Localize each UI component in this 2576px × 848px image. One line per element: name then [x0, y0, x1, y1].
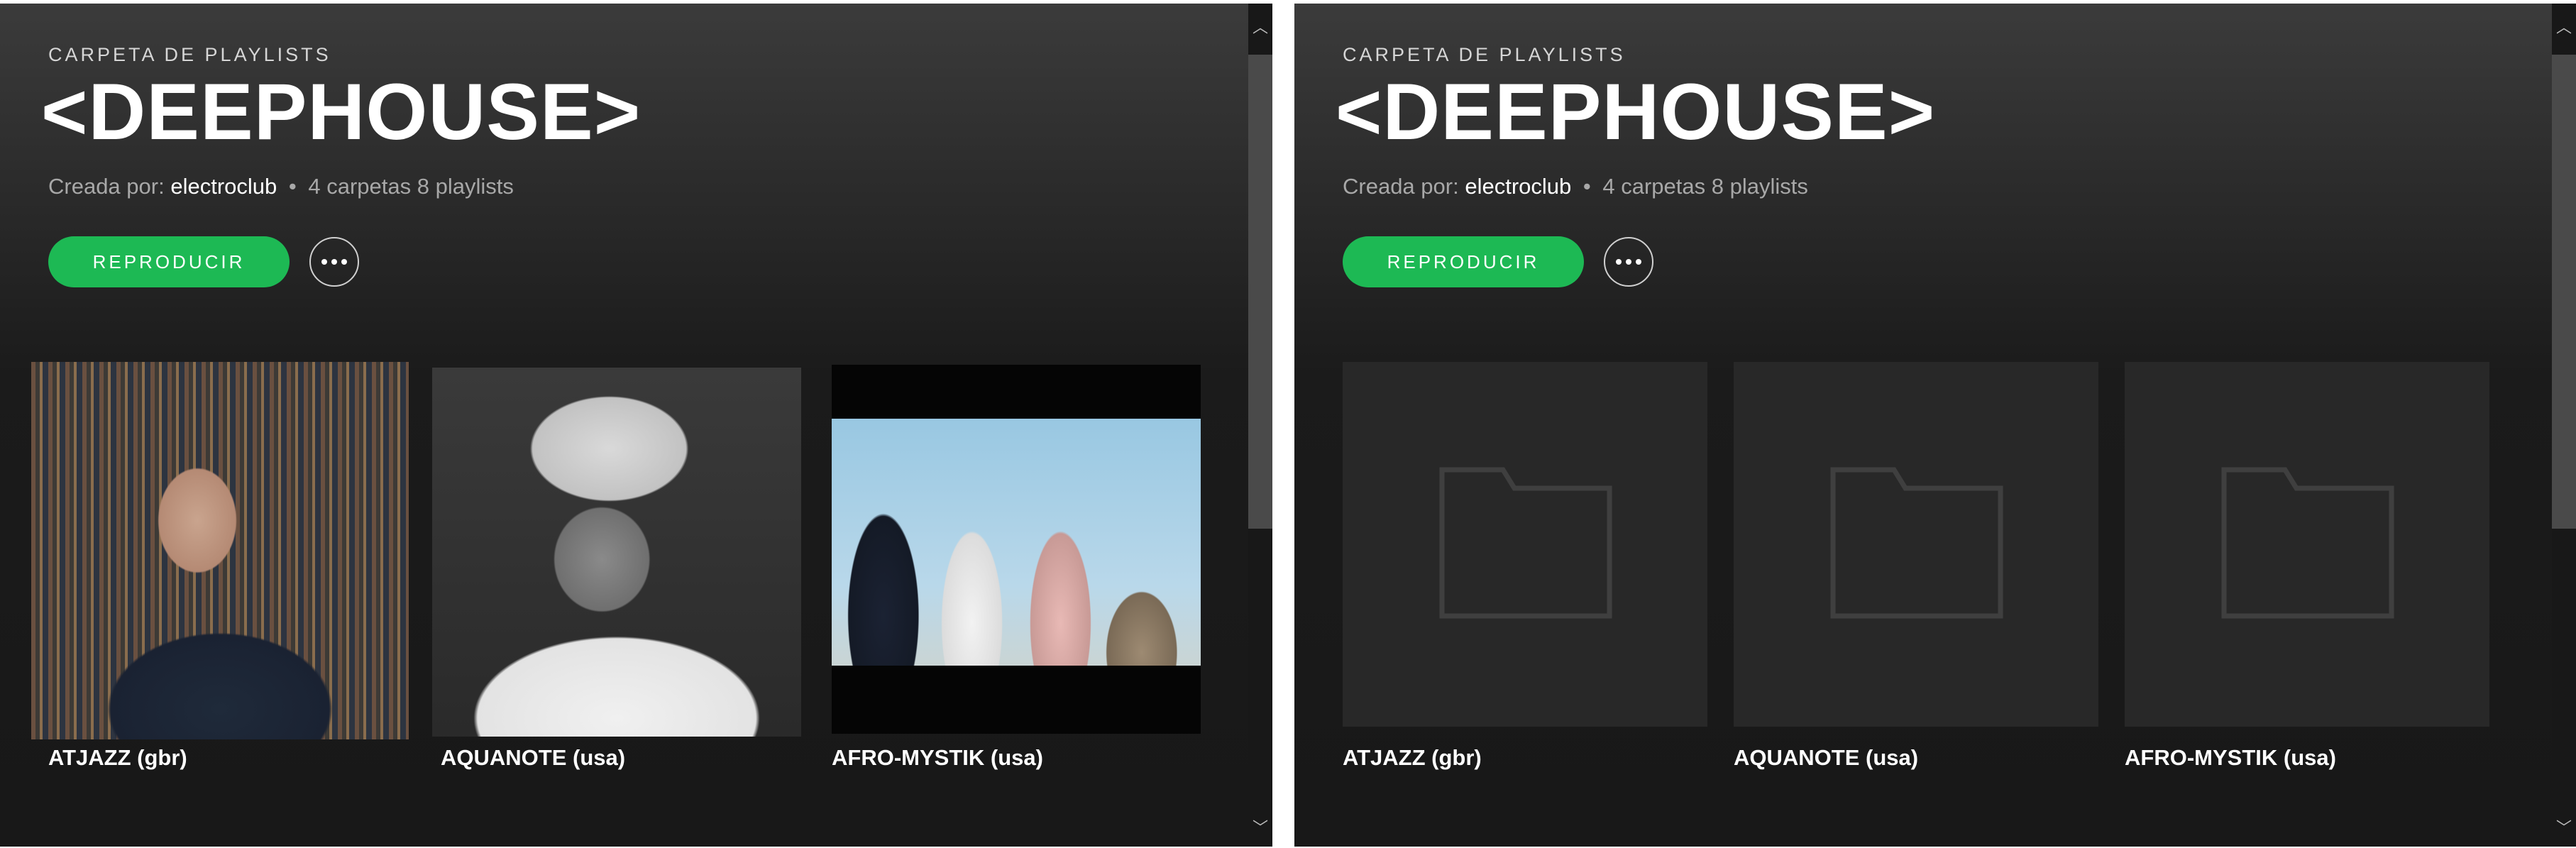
- folder-counts: 4 carpetas 8 playlists: [1602, 174, 1808, 199]
- folder-placeholder[interactable]: [1343, 362, 1707, 727]
- folder-placeholder[interactable]: [1734, 362, 2098, 727]
- playlist-folder-panel-placeholders: CARPETA DE PLAYLISTS <DEEPHOUSE> Creada …: [1294, 4, 2576, 847]
- more-options-button[interactable]: [1604, 237, 1653, 287]
- scroll-thumb[interactable]: [1248, 55, 1272, 529]
- ellipsis-icon: [331, 259, 337, 265]
- artist-photo[interactable]: [31, 362, 409, 739]
- ellipsis-icon: [1626, 259, 1631, 265]
- folder-meta: Creada por: electroclub • 4 carpetas 8 p…: [1343, 174, 1808, 199]
- card-title[interactable]: AFRO-MYSTIK (usa): [832, 745, 1043, 771]
- scroll-down-arrow-icon[interactable]: ﹀: [1248, 813, 1272, 841]
- created-by-label: Creada por:: [48, 174, 165, 199]
- ellipsis-icon: [1636, 259, 1641, 265]
- card-title[interactable]: ATJAZZ (gbr): [1343, 745, 1482, 771]
- scrollbar[interactable]: ︿ ﹀: [1248, 4, 1272, 847]
- card-title[interactable]: AQUANOTE (usa): [441, 745, 625, 771]
- folder-counts: 4 carpetas 8 playlists: [308, 174, 514, 199]
- card-title[interactable]: AFRO-MYSTIK (usa): [2125, 745, 2336, 771]
- owner-link[interactable]: electroclub: [1465, 174, 1571, 199]
- scroll-down-arrow-icon[interactable]: ﹀: [2552, 813, 2576, 841]
- more-options-button[interactable]: [309, 237, 359, 287]
- scroll-up-arrow-icon[interactable]: ︿: [1248, 12, 1272, 40]
- folder-type-label: CARPETA DE PLAYLISTS: [1343, 44, 1626, 65]
- folder-type-label: CARPETA DE PLAYLISTS: [48, 44, 331, 65]
- scroll-up-arrow-icon[interactable]: ︿: [2552, 12, 2576, 40]
- scroll-thumb[interactable]: [2552, 55, 2576, 529]
- folder-meta: Creada por: electroclub • 4 carpetas 8 p…: [48, 174, 514, 199]
- meta-separator: •: [288, 174, 297, 199]
- ellipsis-icon: [321, 259, 327, 265]
- ellipsis-icon: [341, 259, 347, 265]
- play-button[interactable]: REPRODUCIR: [1343, 236, 1584, 287]
- created-by-label: Creada por:: [1343, 174, 1459, 199]
- playlist-folder-panel-images: CARPETA DE PLAYLISTS <DEEPHOUSE> Creada …: [0, 4, 1272, 847]
- page-title: <DEEPHOUSE>: [1336, 67, 1936, 156]
- folder-icon: [1439, 467, 1612, 619]
- folder-icon: [2221, 467, 2394, 619]
- card-title[interactable]: AQUANOTE (usa): [1734, 745, 1918, 771]
- image-divider: [1272, 0, 1294, 848]
- owner-link[interactable]: electroclub: [170, 174, 277, 199]
- artist-photo[interactable]: [432, 368, 801, 737]
- folder-placeholder[interactable]: [2125, 362, 2489, 727]
- folder-icon: [1830, 467, 2003, 619]
- play-button[interactable]: REPRODUCIR: [48, 236, 290, 287]
- ellipsis-icon: [1616, 259, 1622, 265]
- scrollbar[interactable]: ︿ ﹀: [2552, 4, 2576, 847]
- artist-photo[interactable]: [832, 365, 1201, 734]
- page-title: <DEEPHOUSE>: [41, 67, 642, 156]
- meta-separator: •: [1583, 174, 1591, 199]
- card-title[interactable]: ATJAZZ (gbr): [48, 745, 187, 771]
